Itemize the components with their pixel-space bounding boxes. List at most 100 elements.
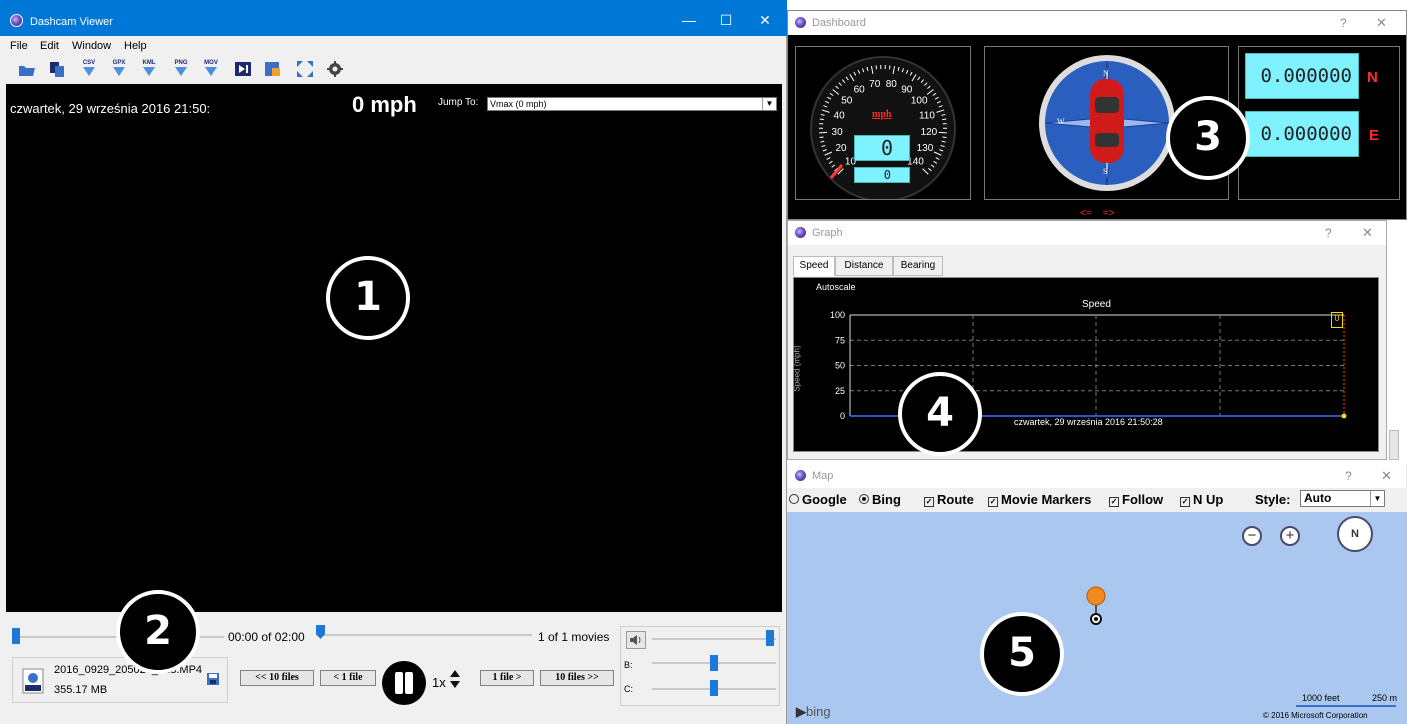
- chevron-down-icon[interactable]: ▼: [1370, 491, 1384, 506]
- callout-badge-3: 3: [1166, 96, 1250, 180]
- close-button[interactable]: ✕: [1362, 225, 1373, 241]
- gauge-tick-label: 30: [832, 127, 844, 138]
- help-button[interactable]: ?: [1325, 226, 1332, 240]
- jump-to-value: Vmax (0 mph): [490, 99, 547, 109]
- menu-file[interactable]: File: [10, 40, 28, 52]
- location-pin-icon[interactable]: [1085, 586, 1107, 631]
- video-speed: 0 mph: [352, 92, 417, 117]
- option-movie-markers-label: Movie Markers: [1001, 492, 1092, 507]
- callout-badge-1: 1: [326, 256, 410, 340]
- maximize-button[interactable]: ☐: [711, 10, 741, 30]
- gauge-tick-label: 70: [869, 79, 881, 90]
- option-n-up[interactable]: ✓ N Up: [1180, 492, 1223, 507]
- fullscreen-icon[interactable]: [296, 60, 314, 78]
- frame-icon[interactable]: [234, 60, 252, 78]
- tab-distance[interactable]: Distance: [835, 256, 893, 276]
- style-value: Auto: [1304, 491, 1332, 505]
- dashboard-titlebar[interactable]: Dashboard ? ✕: [788, 11, 1406, 35]
- speed-plot[interactable]: 100 75 50 25 0 Autoscale Speed Speed (mph) c…: [793, 277, 1379, 452]
- gear-icon[interactable]: [326, 60, 344, 78]
- zoom-in-button[interactable]: +: [1280, 526, 1300, 546]
- export-png-label: PNG: [174, 60, 188, 66]
- chevron-down-icon[interactable]: ▼: [762, 98, 776, 110]
- export-gpx-icon[interactable]: GPX: [110, 60, 128, 78]
- volume-slider-track[interactable]: [652, 638, 776, 640]
- export-png-icon[interactable]: PNG: [172, 60, 190, 78]
- option-movie-markers[interactable]: ✓ Movie Markers: [988, 492, 1091, 507]
- tab-speed[interactable]: Speed: [793, 256, 835, 276]
- graph-titlebar[interactable]: Graph ? ✕: [788, 221, 1386, 245]
- export-mov-icon[interactable]: MOV: [202, 60, 220, 78]
- export-gpx-label: GPX: [112, 60, 126, 66]
- next-1-file-button[interactable]: 1 file >: [480, 670, 534, 686]
- y-axis-label: Speed (mph): [792, 345, 802, 392]
- video-player[interactable]: [6, 84, 782, 612]
- app-icon: [794, 16, 807, 29]
- jump-to-label: Jump To:: [438, 97, 479, 108]
- zoom-out-button[interactable]: −: [1242, 526, 1262, 546]
- close-button[interactable]: ✕: [1376, 15, 1387, 31]
- down-arrow-icon: [113, 67, 125, 76]
- brightness-slider-thumb[interactable]: [710, 655, 718, 671]
- callout-badge-4: 4: [898, 372, 982, 456]
- cursor-value: 0: [1331, 312, 1343, 328]
- main-titlebar[interactable]: Dashcam Viewer — ☐ ✕: [0, 0, 787, 36]
- contrast-slider-thumb[interactable]: [710, 680, 718, 696]
- rate-stepper[interactable]: [449, 667, 461, 694]
- copy-icon[interactable]: [48, 60, 66, 78]
- provider-google[interactable]: Google: [789, 492, 847, 507]
- menu-window[interactable]: Window: [72, 40, 111, 52]
- checkbox-checked-icon: ✓: [924, 497, 934, 507]
- scale-feet: 1000 feet: [1302, 693, 1340, 703]
- dashboard-title: Dashboard: [812, 17, 866, 29]
- style-select[interactable]: Auto ▼: [1300, 490, 1385, 507]
- gauge-unit: mph: [872, 109, 892, 120]
- y-tick-label: 50: [835, 361, 845, 371]
- dashboard-arrows: <= =>: [1080, 208, 1115, 219]
- jump-to-select[interactable]: Vmax (0 mph) ▼: [487, 97, 777, 111]
- next-10-files-button[interactable]: 10 files >>: [540, 670, 614, 686]
- option-route[interactable]: ✓ Route: [924, 492, 974, 507]
- menu-help[interactable]: Help: [124, 40, 147, 52]
- gauge-tick: [819, 136, 824, 138]
- map-copyright: © 2016 Microsoft Corporation: [1263, 711, 1368, 720]
- minimize-button[interactable]: —: [674, 10, 704, 30]
- graph-scrollbar[interactable]: [1389, 430, 1399, 460]
- position-slider-thumb[interactable]: [12, 628, 20, 644]
- volume-icon[interactable]: [626, 631, 646, 649]
- help-button[interactable]: ?: [1345, 469, 1352, 483]
- app-icon: [10, 14, 23, 27]
- tab-bearing[interactable]: Bearing: [893, 256, 943, 276]
- pause-button[interactable]: [382, 661, 426, 705]
- close-button[interactable]: ✕: [1381, 468, 1392, 484]
- pause-icon: [405, 672, 413, 694]
- open-icon[interactable]: [18, 60, 36, 78]
- gauge-tick-label: 100: [911, 96, 928, 107]
- callout-badge-2: 2: [116, 590, 200, 674]
- prev-10-files-button[interactable]: << 10 files: [240, 670, 314, 686]
- export-csv-icon[interactable]: CSV: [80, 60, 98, 78]
- volume-slider-thumb[interactable]: [766, 630, 774, 646]
- provider-bing[interactable]: Bing: [859, 492, 901, 507]
- save-icon[interactable]: [206, 672, 220, 689]
- map-titlebar[interactable]: Map ? ✕: [788, 464, 1406, 488]
- checkbox-checked-icon: ✓: [1180, 497, 1190, 507]
- plot-footer-time: czwartek, 29 września 2016 21:50:28: [1014, 417, 1163, 427]
- lock-icon[interactable]: [264, 60, 282, 78]
- close-button[interactable]: ✕: [750, 10, 780, 30]
- app-icon: [794, 226, 807, 239]
- prev-1-file-button[interactable]: < 1 file: [320, 670, 376, 686]
- gauge-tick-label: 40: [834, 110, 846, 121]
- brightness-label: B:: [624, 660, 633, 670]
- menu-bar: File Edit Window Help: [0, 36, 787, 54]
- option-follow[interactable]: ✓ Follow: [1109, 492, 1163, 507]
- help-button[interactable]: ?: [1340, 16, 1347, 30]
- toolbar: CSV GPX KML PNG MOV: [0, 54, 787, 84]
- menu-edit[interactable]: Edit: [40, 40, 59, 52]
- y-tick-label: 75: [835, 335, 845, 345]
- export-kml-icon[interactable]: KML: [140, 60, 158, 78]
- autoscale-toggle[interactable]: Autoscale: [816, 282, 856, 292]
- map-compass-button[interactable]: N: [1337, 516, 1373, 552]
- movie-slider-track[interactable]: [316, 634, 532, 636]
- gauge-tick: [942, 118, 947, 121]
